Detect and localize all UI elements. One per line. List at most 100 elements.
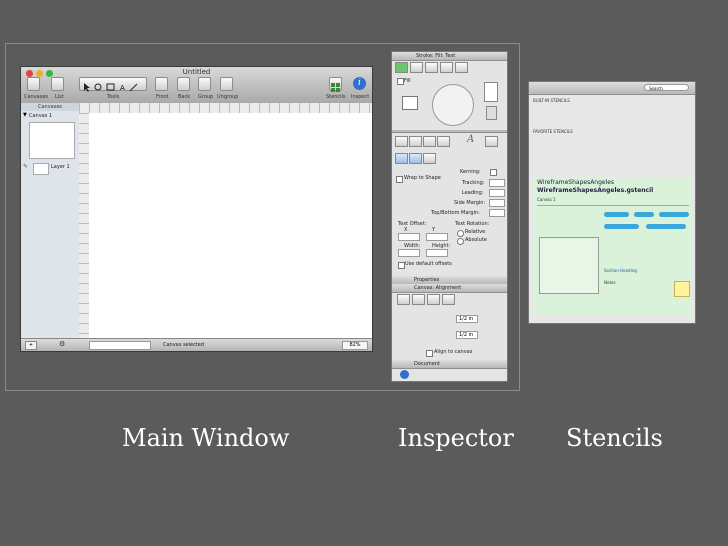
valign-middle-button[interactable] <box>409 153 422 164</box>
side-margin-label: Side Margin: <box>454 200 486 206</box>
window-title: Untitled <box>182 68 211 76</box>
relative-radio[interactable] <box>457 230 464 237</box>
add-canvas-button[interactable]: + <box>25 341 37 350</box>
align-tab-1[interactable] <box>397 294 410 305</box>
width-field[interactable] <box>398 249 420 257</box>
kerning-label: Kerning: <box>460 169 481 175</box>
offset-x-field[interactable] <box>398 233 420 241</box>
align-center-button[interactable] <box>409 136 422 147</box>
side-margin-field[interactable] <box>489 199 505 207</box>
top-bottom-margin-field[interactable] <box>489 209 505 217</box>
favorite-stencils-header: FAVORITE STENCILS <box>533 129 573 134</box>
shadow-tab[interactable] <box>425 62 438 73</box>
default-offsets-checkbox[interactable] <box>398 262 405 269</box>
align-tab-2[interactable] <box>412 294 425 305</box>
sidebar-item-layer-1[interactable]: ✎ Layer 1 <box>21 161 79 175</box>
back-label: Back <box>178 94 191 100</box>
tools-palette[interactable]: A <box>79 77 147 92</box>
text-rotation-label: Text Rotation: <box>455 221 490 227</box>
layer-thumbnail <box>33 163 49 175</box>
list-button[interactable] <box>51 77 64 91</box>
leading-field[interactable] <box>489 189 505 197</box>
front-button[interactable] <box>155 77 168 91</box>
stencil-box-shape[interactable] <box>539 237 599 294</box>
document-icon[interactable] <box>400 370 409 379</box>
valign-bottom-button[interactable] <box>423 153 436 164</box>
tracking-field[interactable] <box>489 179 505 187</box>
stencil-shape-pill-1[interactable] <box>604 212 629 217</box>
align-tab-3[interactable] <box>427 294 440 305</box>
group-button[interactable] <box>198 77 211 91</box>
stencils-button[interactable] <box>329 77 342 92</box>
inspect-label: Inspect <box>351 94 370 100</box>
stencil-canvas-label: Canvas 1 <box>537 197 556 202</box>
fill-checkbox[interactable] <box>397 78 404 85</box>
offset-y-field[interactable] <box>426 233 448 241</box>
image-tab[interactable] <box>440 62 453 73</box>
inspect-button[interactable]: i <box>353 77 366 90</box>
fill-direction-wheel[interactable] <box>432 84 474 126</box>
text-offset-label: Text Offset: <box>398 221 427 227</box>
ungroup-label: Ungroup <box>217 94 239 100</box>
inspector-title: Stroke: Fill: Text <box>416 53 456 59</box>
kerning-checkbox[interactable] <box>490 169 497 176</box>
sidebar-item-canvas-1[interactable]: ▼ Canvas 1 <box>21 112 79 120</box>
svg-text:A: A <box>120 84 125 92</box>
absolute-radio[interactable] <box>457 238 464 245</box>
canvas-alignment-label: Canvas: Alignment <box>414 285 462 291</box>
inspector-title-bar: Stroke: Fill: Text <box>392 52 507 61</box>
valign-top-button[interactable] <box>395 153 408 164</box>
spacing-field-1[interactable]: 1/2 in <box>456 315 478 323</box>
gradient-swatch[interactable] <box>486 106 497 120</box>
canvas-thumbnail[interactable] <box>29 122 75 159</box>
stencil-shape-pill-3[interactable] <box>659 212 689 217</box>
align-tab-4[interactable] <box>442 294 455 305</box>
list-label: List <box>55 94 64 100</box>
text-color-well[interactable] <box>485 136 498 147</box>
drawing-canvas[interactable] <box>89 113 372 339</box>
fill-tab[interactable] <box>410 62 423 73</box>
sticky-note-shape[interactable] <box>674 281 690 297</box>
fill-color-well[interactable] <box>402 96 418 110</box>
disclosure-triangle-icon[interactable]: ▼ <box>23 112 27 118</box>
default-offsets-label: Use default offsets <box>405 261 452 267</box>
gear-icon[interactable]: ⚙ <box>59 340 65 348</box>
ungroup-button[interactable] <box>220 77 233 91</box>
back-button[interactable] <box>177 77 190 91</box>
align-to-canvas-label: Align to canvas <box>434 349 473 355</box>
zoom-select[interactable]: 82% <box>342 341 368 350</box>
spacing-field-2[interactable]: 1/2 in <box>456 331 478 339</box>
font-button[interactable]: A <box>467 134 479 146</box>
stencils-icon <box>331 83 340 92</box>
stencil-search-field[interactable]: Search <box>644 84 689 91</box>
stroke-tab[interactable] <box>395 62 408 73</box>
align-to-canvas-checkbox[interactable] <box>426 350 433 357</box>
gradient-preview[interactable] <box>484 82 498 102</box>
text-tab[interactable] <box>455 62 468 73</box>
stencil-heading: WireframeShapesAngeles <box>537 179 615 186</box>
height-field[interactable] <box>426 249 448 257</box>
text-section-divider <box>392 130 507 133</box>
stencil-subheading: WireframeShapesAngeles.gstencil <box>537 187 654 194</box>
align-right-button[interactable] <box>423 136 436 147</box>
document-header[interactable]: Document <box>392 360 507 369</box>
properties-label: Properties <box>414 277 440 283</box>
alignment-tab-row <box>397 294 467 306</box>
stencil-shape-pill-2[interactable] <box>634 212 654 217</box>
tracking-label: Tracking: <box>462 180 485 186</box>
stencil-shape-pill-4[interactable] <box>604 224 639 229</box>
stencil-shape-pill-5[interactable] <box>646 224 686 229</box>
align-left-button[interactable] <box>395 136 408 147</box>
status-text: Canvas selected <box>163 342 205 348</box>
top-bottom-margin-label: Top/Bottom Margin: <box>431 210 480 216</box>
main-toolbar: Untitled A i Canvases List Tools Front B… <box>21 67 372 104</box>
front-label: Front <box>156 94 169 100</box>
document-label: Document <box>414 361 440 367</box>
align-justify-button[interactable] <box>437 136 450 147</box>
pencil-icon: ✎ <box>23 163 29 170</box>
search-field[interactable] <box>89 341 151 350</box>
wrap-to-shape-checkbox[interactable] <box>396 176 403 183</box>
canvas-alignment-header[interactable]: Canvas: Alignment <box>392 284 507 293</box>
canvases-button[interactable] <box>27 77 40 91</box>
group-label: Group <box>198 94 214 100</box>
